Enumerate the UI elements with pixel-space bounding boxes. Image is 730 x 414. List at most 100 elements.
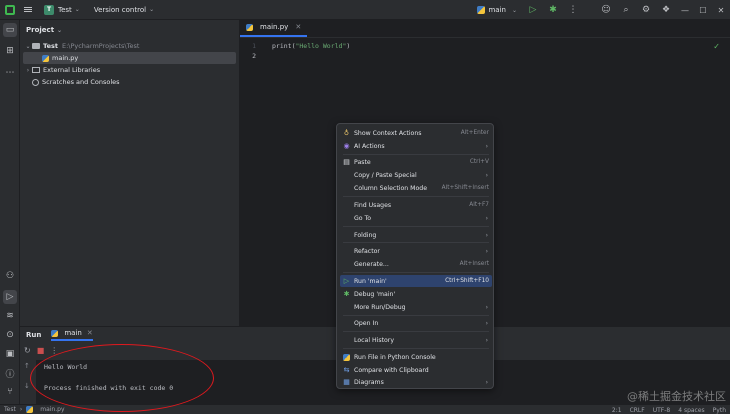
- more-tools-icon[interactable]: ⋯: [3, 66, 17, 80]
- context-menu: ♁ Show Context Actions Alt+Enter ◉ AI Ac…: [336, 123, 494, 389]
- submenu-arrow-icon: ›: [485, 378, 488, 386]
- close-tab-icon[interactable]: ✕: [295, 23, 301, 31]
- run-tab-main[interactable]: main ✕: [51, 329, 93, 341]
- folder-icon: [32, 43, 40, 49]
- chevron-down-icon[interactable]: ⌄: [149, 6, 154, 13]
- project-badge[interactable]: T: [44, 4, 54, 15]
- inspection-ok-icon[interactable]: ✓: [713, 42, 720, 51]
- menu-item-diagrams[interactable]: ▦ Diagrams ›: [340, 376, 492, 388]
- run-tool-icon[interactable]: ▷: [3, 290, 17, 304]
- python-interpreter[interactable]: Pyth: [713, 407, 726, 414]
- run-icon: ▷: [343, 277, 350, 285]
- code-line[interactable]: 2: [240, 51, 256, 61]
- menu-item-label: Run 'main': [354, 277, 387, 285]
- menu-separator: [343, 348, 489, 349]
- terminal-icon[interactable]: ▣: [3, 347, 17, 361]
- project-panel-header[interactable]: Project ⌄: [20, 20, 239, 40]
- pycharm-logo-icon: [5, 4, 15, 15]
- submenu-arrow-icon: ›: [485, 336, 488, 344]
- tree-item-label: Scratches and Consoles: [42, 78, 120, 86]
- search-icon[interactable]: ⌕: [619, 3, 633, 17]
- rerun-icon[interactable]: ↻: [24, 346, 31, 355]
- breadcrumb-file[interactable]: main.py: [40, 406, 64, 413]
- tree-item-scratches[interactable]: Scratches and Consoles: [20, 76, 239, 88]
- stop-icon[interactable]: ■: [37, 346, 45, 355]
- chevron-down-icon[interactable]: ⌄: [57, 27, 62, 34]
- more-options-icon[interactable]: ⋮: [566, 3, 580, 17]
- layers-icon[interactable]: ≋: [3, 309, 17, 323]
- menu-item-shortcut: Alt+Enter: [460, 130, 489, 136]
- breadcrumb-project[interactable]: Test: [4, 406, 16, 413]
- structure-tool-icon[interactable]: ⊞: [3, 44, 17, 58]
- settings-icon[interactable]: ⚙: [639, 3, 653, 17]
- close-tab-icon[interactable]: ✕: [87, 329, 93, 337]
- scroll-up-icon[interactable]: ↑: [24, 362, 30, 370]
- menu-item-show-context-actions[interactable]: ♁ Show Context Actions Alt+Enter: [340, 127, 492, 139]
- main-menu-icon[interactable]: [24, 7, 32, 12]
- account-icon[interactable]: ☺: [599, 3, 613, 17]
- version-control-menu[interactable]: Version control: [94, 6, 146, 14]
- line-separator[interactable]: CRLF: [630, 407, 645, 414]
- menu-item-shortcut: Alt+Shift+Insert: [441, 185, 489, 191]
- submenu-arrow-icon: ›: [485, 319, 488, 327]
- expand-arrow-icon[interactable]: ⌄: [24, 43, 32, 50]
- menu-item-paste[interactable]: ▤ Paste Ctrl+V: [340, 156, 492, 168]
- menu-item-go-to[interactable]: Go To ›: [340, 212, 492, 224]
- plugin-icon[interactable]: ❖: [659, 3, 673, 17]
- run-config-label: main: [488, 6, 506, 14]
- menu-item-generate[interactable]: Generate... Alt+Insert: [340, 258, 492, 270]
- tree-item-main-py[interactable]: main.py: [23, 52, 236, 64]
- python-packages-icon[interactable]: ⚇: [3, 269, 17, 283]
- minimize-button[interactable]: —: [678, 6, 692, 15]
- code-prefix: print(: [272, 42, 296, 50]
- submenu-arrow-icon: ›: [485, 303, 488, 311]
- git-icon[interactable]: ⑂: [3, 385, 17, 399]
- tree-item-label: Test: [43, 42, 58, 50]
- editor-tab-label: main.py: [260, 23, 289, 31]
- scroll-down-icon[interactable]: ↓: [24, 382, 30, 390]
- menu-item-folding[interactable]: Folding ›: [340, 229, 492, 241]
- menu-item-open-in[interactable]: Open In ›: [340, 317, 492, 329]
- python-file-icon: [477, 6, 486, 14]
- menu-item-column-selection-mode[interactable]: Column Selection Mode Alt+Shift+Insert: [340, 182, 492, 194]
- menu-item-run-main[interactable]: ▷ Run 'main' Ctrl+Shift+F10: [340, 275, 492, 287]
- menu-item-run-file-in-python-console[interactable]: Run File in Python Console: [340, 351, 492, 363]
- menu-item-shortcut: Alt+F7: [469, 202, 489, 208]
- code-string: "Hello World": [295, 42, 347, 50]
- editor-tab-main-py[interactable]: main.py ✕: [240, 19, 308, 37]
- menu-item-debug-main[interactable]: ✱ Debug 'main': [340, 288, 492, 300]
- tree-item-root[interactable]: ⌄ Test E:\PycharmProjects\Test: [20, 40, 239, 52]
- menu-separator: [343, 154, 489, 155]
- maximize-button[interactable]: ☐: [696, 6, 710, 15]
- menu-item-local-history[interactable]: Local History ›: [340, 334, 492, 346]
- code-line[interactable]: 1 print("Hello World"): [240, 41, 350, 51]
- tree-item-external-libraries[interactable]: › External Libraries: [20, 64, 239, 76]
- menu-item-label: Go To: [354, 214, 372, 222]
- problems-icon[interactable]: ⓘ: [3, 366, 17, 380]
- menu-item-more-run-debug[interactable]: More Run/Debug ›: [340, 301, 492, 313]
- tree-item-label: External Libraries: [43, 66, 101, 74]
- python-console-icon: [342, 353, 351, 361]
- project-tool-icon[interactable]: ▭: [3, 23, 17, 37]
- project-name[interactable]: Test: [58, 6, 72, 14]
- indent-setting[interactable]: 4 spaces: [678, 407, 704, 414]
- chevron-down-icon[interactable]: ⌄: [75, 6, 80, 13]
- run-icon[interactable]: ▷: [526, 3, 540, 17]
- file-encoding[interactable]: UTF-8: [653, 407, 671, 414]
- menu-item-compare-with-clipboard[interactable]: ⇆ Compare with Clipboard: [340, 364, 492, 376]
- menu-item-ai-actions[interactable]: ◉ AI Actions ›: [340, 140, 492, 152]
- caret-position[interactable]: 2:1: [612, 407, 622, 414]
- expand-arrow-icon[interactable]: ›: [24, 67, 32, 74]
- run-config-selector[interactable]: main ⌄: [477, 6, 517, 14]
- debug-icon[interactable]: ✱: [546, 3, 560, 17]
- menu-separator: [343, 272, 489, 273]
- close-button[interactable]: ✕: [714, 6, 728, 15]
- submenu-arrow-icon: ›: [485, 214, 488, 222]
- menu-item-copy-paste-special[interactable]: Copy / Paste Special ›: [340, 169, 492, 181]
- services-icon[interactable]: ⊙: [3, 328, 17, 342]
- line-number: 2: [252, 52, 256, 60]
- menu-item-find-usages[interactable]: Find Usages Alt+F7: [340, 199, 492, 211]
- menu-item-refactor[interactable]: Refactor ›: [340, 245, 492, 257]
- submenu-arrow-icon: ›: [485, 247, 488, 255]
- more-options-icon[interactable]: ⋮: [50, 346, 58, 355]
